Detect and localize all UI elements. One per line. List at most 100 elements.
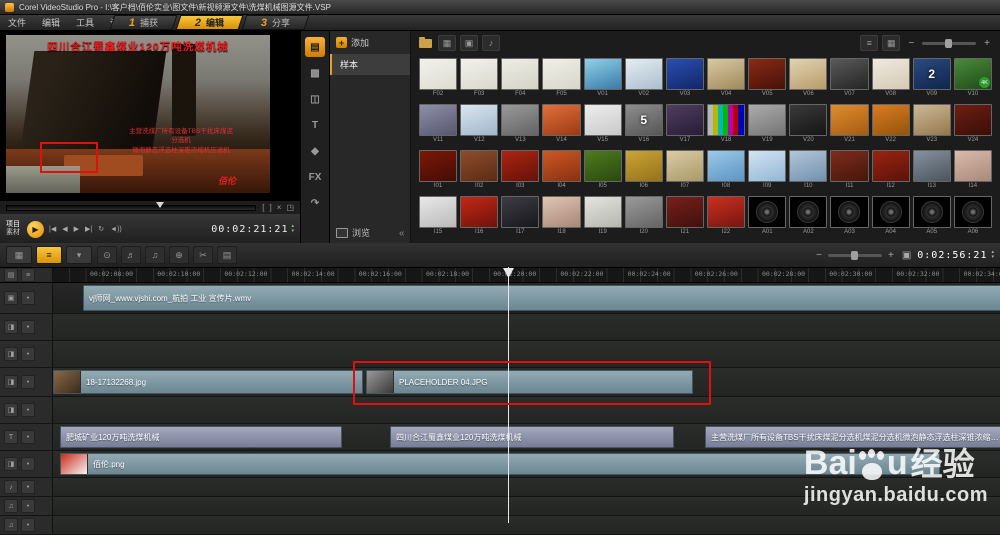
library-item[interactable]: I11: [830, 150, 869, 191]
library-item[interactable]: V19: [748, 104, 787, 145]
browse-button[interactable]: 浏览: [330, 221, 410, 244]
library-item[interactable]: I09: [748, 150, 787, 191]
zoom-handle[interactable]: [850, 250, 858, 260]
library-item[interactable]: I12: [871, 150, 910, 191]
track-header-title[interactable]: T •: [0, 424, 53, 450]
thumb-size-handle[interactable]: [944, 38, 952, 48]
show-photos-icon[interactable]: ▣: [460, 35, 478, 51]
library-item[interactable]: A06: [953, 196, 992, 237]
library-item[interactable]: I08: [706, 150, 746, 191]
library-item[interactable]: I10: [789, 150, 828, 191]
track-header-overlay[interactable]: ◨ •: [0, 314, 53, 340]
library-item[interactable]: I01: [419, 150, 458, 191]
menu-item[interactable]: 编辑: [34, 16, 68, 29]
library-item[interactable]: 2 V09: [912, 58, 951, 99]
mark-in-button[interactable]: [: [262, 203, 264, 212]
sound-mixer-icon[interactable]: ♬: [121, 246, 141, 264]
timeline-view-button[interactable]: ≡: [36, 246, 62, 264]
clip-mode-button[interactable]: 素材: [6, 229, 20, 237]
library-item[interactable]: I20: [624, 196, 663, 237]
track-header-overlay[interactable]: ◨ •: [0, 341, 53, 367]
library-item[interactable]: V23: [912, 104, 951, 145]
track-list-icon[interactable]: ▤: [4, 268, 18, 282]
timecode-spinner[interactable]: ▴ ▾: [291, 224, 294, 234]
library-item[interactable]: I07: [665, 150, 704, 191]
next-frame-button[interactable]: ▶: [74, 225, 79, 233]
show-videos-icon[interactable]: ▦: [438, 35, 456, 51]
zoom-in-button[interactable]: +: [886, 250, 896, 261]
volume-button[interactable]: ◄)): [110, 226, 122, 233]
track-enable-icon[interactable]: •: [21, 518, 35, 532]
library-item[interactable]: V22: [871, 104, 910, 145]
library-item[interactable]: I02: [460, 150, 499, 191]
library-item[interactable]: 5 V16: [624, 104, 663, 145]
enlarge-button[interactable]: ◳: [286, 203, 294, 212]
library-item[interactable]: V07: [830, 58, 869, 99]
library-item[interactable]: I17: [501, 196, 540, 237]
tab-capture[interactable]: 1 捕获: [109, 15, 178, 30]
thumb-size-slider[interactable]: [922, 38, 977, 48]
track-enable-icon[interactable]: •: [21, 430, 35, 444]
track-content[interactable]: vj师网_www.vjshi.com_航拍 工业 宣传片.wmv: [53, 283, 1000, 313]
track-enable-icon[interactable]: •: [21, 291, 35, 305]
library-item[interactable]: V14: [542, 104, 581, 145]
track-content[interactable]: [53, 516, 1000, 534]
track-enable-icon[interactable]: •: [21, 499, 35, 513]
filter-icon[interactable]: FX: [305, 167, 325, 187]
library-item[interactable]: V24: [953, 104, 992, 145]
track-header-video[interactable]: ▣ •: [0, 283, 53, 313]
library-item[interactable]: V17: [665, 104, 704, 145]
library-item[interactable]: V01: [583, 58, 622, 99]
track-header-overlay[interactable]: ◨ •: [0, 368, 53, 396]
home-button[interactable]: |◀: [49, 225, 56, 233]
track-menu-icon[interactable]: ≡: [21, 268, 35, 282]
spinner-down-icon[interactable]: ▾: [291, 229, 294, 234]
track-enable-icon[interactable]: •: [21, 320, 35, 334]
library-item[interactable]: F02: [419, 58, 458, 99]
track-header-voice[interactable]: ♪ •: [0, 478, 53, 496]
library-item[interactable]: V11: [419, 104, 458, 145]
path-icon[interactable]: ↷: [305, 193, 325, 213]
library-item[interactable]: I21: [665, 196, 704, 237]
library-item[interactable]: V13: [501, 104, 540, 145]
repeat-button[interactable]: ↻: [98, 225, 104, 233]
storyboard-view-button[interactable]: ▦: [6, 246, 32, 264]
auto-music-icon[interactable]: ♫: [145, 246, 165, 264]
track-enable-icon[interactable]: •: [21, 375, 35, 389]
spinner-down-icon[interactable]: ▾: [991, 255, 994, 260]
library-item[interactable]: A01: [748, 196, 787, 237]
track-enable-icon[interactable]: •: [21, 347, 35, 361]
library-item[interactable]: V21: [830, 104, 869, 145]
track-header-overlay[interactable]: ◨ •: [0, 397, 53, 423]
library-item[interactable]: I05: [583, 150, 622, 191]
title-icon[interactable]: T: [305, 115, 325, 135]
track-header-music[interactable]: ♫ •: [0, 497, 53, 515]
end-button[interactable]: ▶|: [85, 225, 92, 233]
library-item[interactable]: I04: [542, 150, 581, 191]
library-item[interactable]: V04: [706, 58, 746, 99]
timeline-clip[interactable]: 18-17132268.jpg: [53, 370, 363, 394]
track-header-music[interactable]: ♫ •: [0, 516, 53, 534]
library-item[interactable]: V02: [624, 58, 663, 99]
timeline-clip[interactable]: vj师网_www.vjshi.com_航拍 工业 宣传片.wmv: [83, 285, 1000, 311]
split-clip-icon[interactable]: ✂: [193, 246, 213, 264]
track-options-button[interactable]: ▾: [66, 246, 92, 264]
grid-view-icon[interactable]: ▦: [882, 35, 901, 51]
library-item[interactable]: F05: [542, 58, 581, 99]
library-item[interactable]: A03: [830, 196, 869, 237]
library-item[interactable]: I18: [542, 196, 581, 237]
library-item[interactable]: V08: [871, 58, 910, 99]
prev-frame-button[interactable]: ◀: [62, 225, 67, 233]
library-item[interactable]: A04: [871, 196, 910, 237]
seek-bar[interactable]: [6, 201, 257, 211]
motion-tracking-icon[interactable]: ⊕: [169, 246, 189, 264]
library-item[interactable]: I15: [419, 196, 458, 237]
list-view-icon[interactable]: ≡: [860, 35, 879, 51]
transition-icon[interactable]: ◫: [305, 89, 325, 109]
library-item[interactable]: V20: [789, 104, 828, 145]
library-item[interactable]: V18: [706, 104, 746, 145]
zoom-slider[interactable]: [827, 250, 882, 260]
library-item[interactable]: V05: [748, 58, 787, 99]
zoom-out-button[interactable]: −: [814, 250, 824, 261]
library-item[interactable]: V03: [665, 58, 704, 99]
